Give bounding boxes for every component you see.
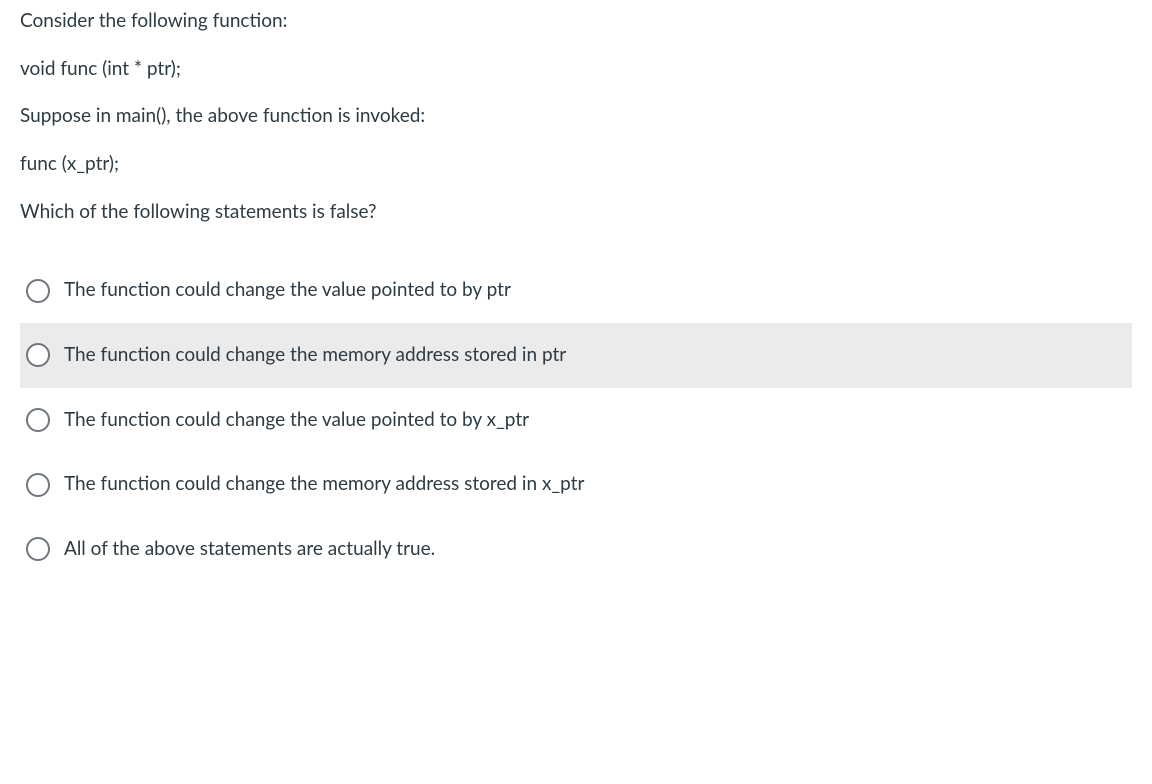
answer-label: The function could change the value poin… bbox=[64, 408, 529, 433]
question-line: void func (int * ptr); bbox=[20, 56, 1132, 82]
answer-label: All of the above statements are actually… bbox=[64, 537, 435, 562]
answer-option[interactable]: The function could change the memory add… bbox=[20, 323, 1132, 388]
question-line: Which of the following statements is fal… bbox=[20, 199, 1132, 225]
quiz-question: Consider the following function: void fu… bbox=[0, 0, 1152, 602]
answer-label: The function could change the value poin… bbox=[64, 278, 511, 303]
answer-option[interactable]: All of the above statements are actually… bbox=[20, 517, 1132, 582]
radio-icon[interactable] bbox=[26, 343, 50, 367]
answer-option[interactable]: The function could change the value poin… bbox=[20, 258, 1132, 323]
answer-option[interactable]: The function could change the value poin… bbox=[20, 388, 1132, 453]
answer-option[interactable]: The function could change the memory add… bbox=[20, 452, 1132, 517]
question-line: Consider the following function: bbox=[20, 8, 1132, 34]
radio-icon[interactable] bbox=[26, 408, 50, 432]
radio-icon[interactable] bbox=[26, 473, 50, 497]
question-line: Suppose in main(), the above function is… bbox=[20, 103, 1132, 129]
radio-icon[interactable] bbox=[26, 279, 50, 303]
answer-label: The function could change the memory add… bbox=[64, 472, 584, 497]
radio-icon[interactable] bbox=[26, 537, 50, 561]
question-stem: Consider the following function: void fu… bbox=[20, 8, 1132, 224]
answer-list: The function could change the value poin… bbox=[20, 258, 1132, 581]
question-line: func (x_ptr); bbox=[20, 151, 1132, 177]
answer-label: The function could change the memory add… bbox=[64, 343, 566, 368]
